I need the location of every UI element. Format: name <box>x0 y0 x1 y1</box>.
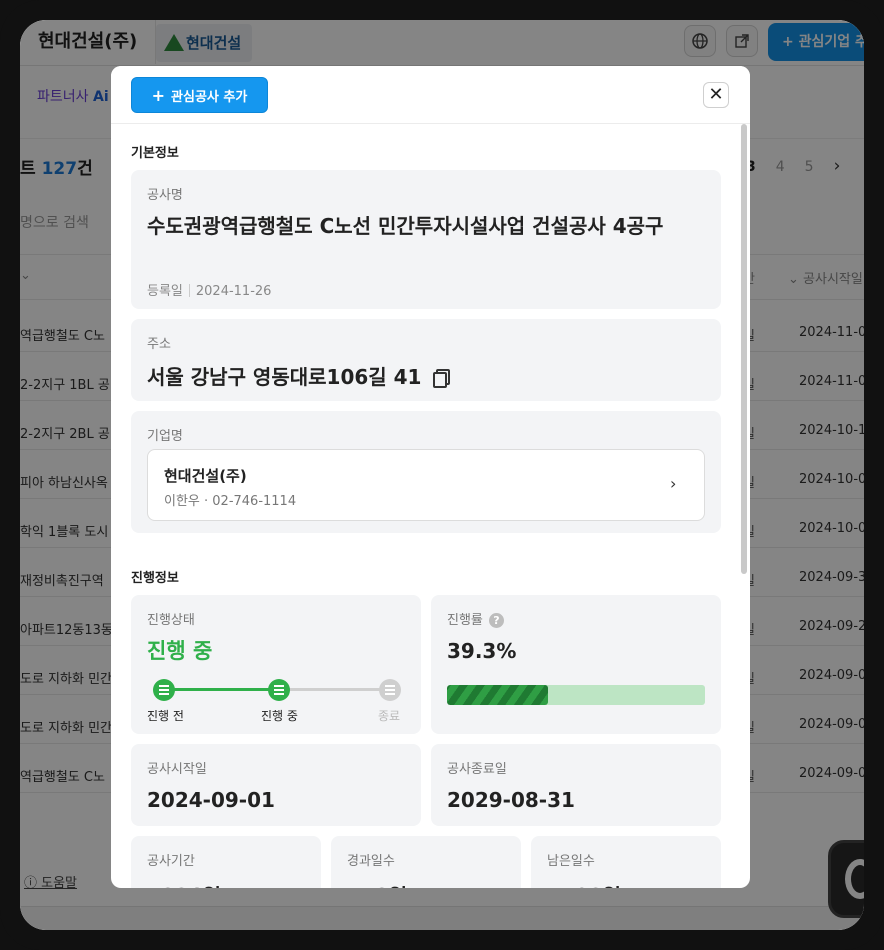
help-icon[interactable]: ? <box>488 613 504 628</box>
basic-info-title: 기본정보 <box>131 146 179 161</box>
plus-icon: + <box>151 86 166 105</box>
company-card: 기업명 현대건설(주) 이한우 · 02-746-1114 › <box>131 411 721 533</box>
remaining-value: 1108일 <box>547 880 621 888</box>
step-before-icon <box>153 679 175 701</box>
start-date-label: 공사시작일 <box>147 762 207 777</box>
step-label-before: 진행 전 <box>147 709 184 723</box>
add-favorite-project-button[interactable]: + 관심공사 추가 <box>131 77 268 113</box>
elapsed-card: 경과일수 718일 <box>331 836 521 888</box>
progress-track-pending <box>279 688 391 691</box>
chevron-right-icon: › <box>670 474 677 493</box>
registration-date: 2024-11-26 <box>195 284 272 299</box>
remaining-card: 남은일수 1108일 <box>531 836 721 888</box>
address-card: 주소 서울 강남구 영동대로106길 41 <box>131 319 721 401</box>
progress-rate-card: 진행률? 39.3% <box>431 595 721 734</box>
progress-track-done <box>164 688 279 691</box>
progress-info-title: 진행정보 <box>131 571 179 586</box>
progress-bar <box>447 685 705 705</box>
rate-label-row: 진행률? <box>447 609 504 628</box>
status-label: 진행상태 <box>147 613 195 628</box>
company-link[interactable]: 현대건설(주) 이한우 · 02-746-1114 › <box>147 449 705 521</box>
period-label: 공사기간 <box>147 854 195 869</box>
progress-bar-fill <box>447 685 549 705</box>
registration-label: 등록일 <box>147 284 183 299</box>
registration-info: 등록일 2024-11-26 <box>147 280 271 299</box>
copy-icon[interactable] <box>433 369 451 388</box>
address-row: 서울 강남구 영동대로106길 41 <box>147 361 451 390</box>
start-date-card: 공사시작일 2024-09-01 <box>131 744 421 826</box>
end-date-label: 공사종료일 <box>447 762 507 777</box>
step-ended-icon <box>379 679 401 701</box>
address-value: 서울 강남구 영동대로106길 41 <box>147 365 422 389</box>
project-name-label: 공사명 <box>147 188 183 203</box>
elapsed-label: 경과일수 <box>347 854 395 869</box>
start-date-value: 2024-09-01 <box>147 788 275 812</box>
project-name-card: 공사명 수도권광역급행철도 C노선 민간투자시설사업 건설공사 4공구 등록일 2… <box>131 170 721 309</box>
project-detail-modal: + 관심공사 추가 ✕ 기본정보 공사명 수도권광역급행철도 C노선 민간투자시설… <box>111 66 750 888</box>
company-label: 기업명 <box>147 429 183 444</box>
status-value: 진행 중 <box>147 639 213 663</box>
end-date-value: 2029-08-31 <box>447 788 575 812</box>
period-value: 1826일 <box>147 880 221 888</box>
project-name: 수도권광역급행철도 C노선 민간투자시설사업 건설공사 4공구 <box>147 214 664 238</box>
rate-label: 진행률 <box>447 613 483 628</box>
status-card: 진행상태 진행 중 진행 전 진행 중 종료 <box>131 595 421 734</box>
scrollbar[interactable] <box>741 124 747 574</box>
modal-header: + 관심공사 추가 ✕ <box>111 66 750 124</box>
elapsed-value: 718일 <box>347 880 407 888</box>
step-ongoing-icon <box>268 679 290 701</box>
period-card: 공사기간 1826일 <box>131 836 321 888</box>
company-name: 현대건설(주) <box>164 467 247 485</box>
device-frame: 현대건설(주) 현대건설 + 관심기업 추 파트너사 Ai 트 127건 345… <box>0 0 884 950</box>
step-label-ongoing: 진행 중 <box>261 709 298 723</box>
end-date-card: 공사종료일 2029-08-31 <box>431 744 721 826</box>
company-contact: 이한우 · 02-746-1114 <box>164 494 297 509</box>
remaining-label: 남은일수 <box>547 854 595 869</box>
screen: 현대건설(주) 현대건설 + 관심기업 추 파트너사 Ai 트 127건 345… <box>20 20 864 930</box>
rate-value: 39.3% <box>447 639 517 663</box>
step-label-ended: 종료 <box>378 709 401 723</box>
address-label: 주소 <box>147 337 171 352</box>
add-button-label: 관심공사 추가 <box>171 90 248 105</box>
close-icon[interactable]: ✕ <box>703 82 729 108</box>
separator <box>188 284 190 297</box>
